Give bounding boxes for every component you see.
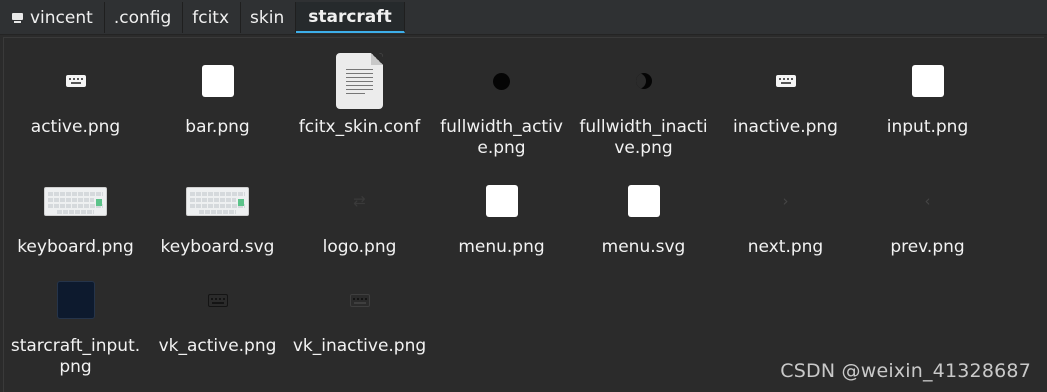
white-square-icon bbox=[627, 185, 660, 217]
file-name: inactive.png bbox=[733, 117, 838, 137]
breadcrumb-label: skin bbox=[250, 7, 285, 28]
breadcrumb-item-config[interactable]: .config bbox=[105, 2, 184, 33]
file-item[interactable]: keyboard.svg bbox=[147, 161, 288, 271]
keyboard-thumbnail-icon bbox=[186, 186, 249, 216]
keyboard-thumbnail-icon bbox=[44, 186, 107, 216]
file-item[interactable]: vk_active.png bbox=[147, 260, 288, 370]
breadcrumb-label: fcitx bbox=[192, 7, 230, 28]
file-name: vk_active.png bbox=[158, 336, 277, 356]
file-name: next.png bbox=[747, 237, 824, 257]
file-name: input.png bbox=[886, 117, 969, 137]
file-name: keyboard.svg bbox=[160, 237, 275, 257]
keyboard-white-icon bbox=[65, 75, 86, 87]
full-circle-icon bbox=[493, 72, 510, 90]
file-name: menu.svg bbox=[601, 237, 686, 257]
chevron-left-icon: ‹ bbox=[924, 191, 931, 210]
file-item[interactable]: fullwidth_inactive.png bbox=[573, 41, 714, 158]
breadcrumb-item-vincent[interactable]: vincent bbox=[2, 2, 105, 33]
file-name: fullwidth_inactive.png bbox=[579, 117, 708, 158]
file-item[interactable]: vk_inactive.png bbox=[289, 260, 430, 370]
file-item[interactable]: starcraft_input.png bbox=[5, 260, 146, 377]
file-item[interactable]: › next.png bbox=[715, 161, 856, 271]
file-item[interactable]: keyboard.png bbox=[5, 161, 146, 271]
file-item[interactable]: bar.png bbox=[147, 41, 288, 151]
white-square-icon bbox=[911, 65, 944, 97]
file-name: menu.png bbox=[458, 237, 545, 257]
file-name: keyboard.png bbox=[17, 237, 134, 257]
computer-icon bbox=[11, 11, 24, 24]
file-item[interactable]: ⇄ logo.png bbox=[289, 161, 430, 271]
file-name: vk_inactive.png bbox=[292, 336, 427, 356]
file-item[interactable]: menu.svg bbox=[573, 161, 714, 271]
file-name: prev.png bbox=[890, 237, 965, 257]
breadcrumb-label: starcraft bbox=[308, 6, 392, 27]
swap-arrows-icon: ⇄ bbox=[353, 191, 366, 210]
file-item[interactable]: active.png bbox=[5, 41, 146, 151]
breadcrumb-label: .config bbox=[113, 7, 172, 28]
file-item[interactable]: menu.png bbox=[431, 161, 572, 271]
breadcrumb-item-starcraft[interactable]: starcraft bbox=[296, 2, 405, 33]
chevron-right-icon: › bbox=[782, 191, 789, 210]
keyboard-dark-dim-icon bbox=[349, 293, 370, 307]
half-moon-icon bbox=[635, 73, 652, 89]
file-name: fullwidth_active.png bbox=[440, 117, 563, 158]
keyboard-white-icon bbox=[775, 75, 796, 87]
white-square-icon bbox=[485, 185, 518, 217]
text-document-icon bbox=[336, 53, 383, 109]
file-item[interactable]: fcitx_skin.conf bbox=[289, 41, 430, 151]
file-name: logo.png bbox=[322, 237, 397, 257]
file-item[interactable]: fullwidth_active.png bbox=[431, 41, 572, 158]
breadcrumb-item-fcitx[interactable]: fcitx bbox=[183, 2, 242, 33]
watermark: CSDN @weixin_41328687 bbox=[780, 360, 1031, 382]
keyboard-dark-icon bbox=[207, 293, 228, 307]
file-item[interactable]: inactive.png bbox=[715, 41, 856, 151]
breadcrumb-label: vincent bbox=[30, 7, 93, 28]
white-square-icon bbox=[201, 65, 234, 97]
file-name: fcitx_skin.conf bbox=[298, 117, 421, 137]
file-item[interactable]: ‹ prev.png bbox=[857, 161, 998, 271]
file-name: bar.png bbox=[185, 117, 250, 137]
breadcrumb-item-skin[interactable]: skin bbox=[241, 2, 297, 33]
file-name: active.png bbox=[30, 117, 121, 137]
file-item[interactable]: input.png bbox=[857, 41, 998, 151]
file-name: starcraft_input.png bbox=[10, 336, 141, 377]
file-icon-view[interactable]: active.png bar.png fcitx_skin.conf fullw… bbox=[3, 37, 1044, 392]
breadcrumb: vincent .config fcitx skin starcraft bbox=[0, 0, 1047, 35]
navy-square-icon bbox=[56, 281, 95, 319]
